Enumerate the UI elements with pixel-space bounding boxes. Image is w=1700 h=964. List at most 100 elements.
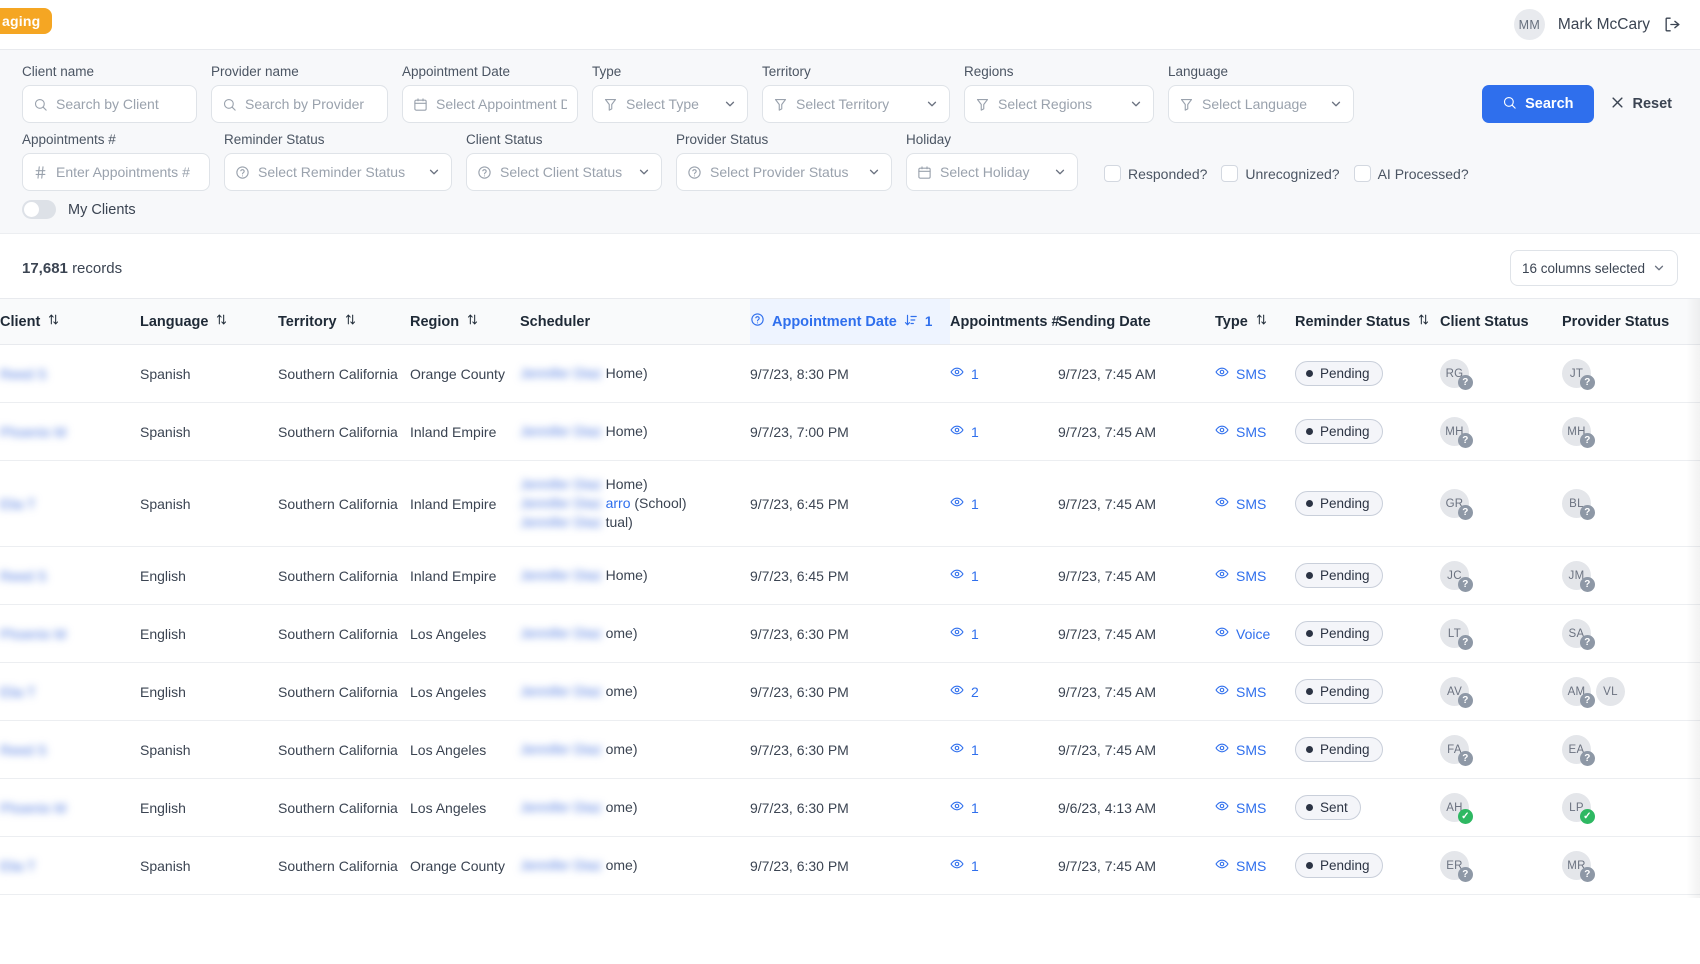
avatar[interactable]: VL [1596,677,1625,707]
checkbox-box[interactable] [1353,165,1371,183]
avatar[interactable]: ER? [1440,851,1473,883]
cell-type[interactable]: SMS [1215,344,1295,404]
cell-scheduler[interactable]: Jennifer Diaz ome) [520,778,750,838]
table-row[interactable]: Elia T English Southern California Los Ange… [0,662,1700,722]
cell-type[interactable]: Voice [1215,604,1295,664]
cell-client-status[interactable]: BB? [1440,894,1562,899]
filter-select[interactable]: Select Type [592,85,748,124]
avatar[interactable]: GR? [1440,489,1473,521]
checkbox-responded[interactable]: Responded? [1104,165,1207,183]
sort-icon[interactable] [344,313,357,330]
sort-icon[interactable] [215,313,228,330]
table-row[interactable]: Phoenix M English Southern California Los A… [0,604,1700,664]
sort-icon[interactable] [466,313,479,330]
cell-client-status[interactable]: RG? [1440,344,1562,404]
column-header-language[interactable]: Language [140,299,278,346]
avatar[interactable]: JT? [1562,359,1595,391]
cell-provider-status[interactable]: JM? [1562,546,1700,606]
cell-client-status[interactable]: FA? [1440,720,1562,780]
cell-client-status[interactable]: ER? [1440,836,1562,896]
avatar[interactable]: BL? [1562,489,1595,521]
sort-icon[interactable] [47,313,60,330]
filter-select[interactable]: Select Territory [762,85,950,124]
cell-client-status[interactable]: AH ✓ [1440,778,1562,838]
avatar[interactable]: MH? [1440,417,1473,449]
filter-select[interactable]: Select Language [1168,85,1354,124]
cell-client[interactable]: Phoenix M [0,604,140,664]
column-header-territory[interactable]: Territory [278,299,410,346]
cell-type[interactable]: SMS [1215,460,1295,548]
checkbox-box[interactable] [1104,165,1121,183]
column-header-region[interactable]: Region [410,299,520,346]
avatar[interactable]: AV? [1440,677,1473,709]
filter-select[interactable]: Select Holiday [906,153,1078,192]
cell-provider-status[interactable]: EA? [1562,720,1700,780]
search-button[interactable]: Search [1482,85,1594,124]
cell-provider-status[interactable]: LP ✓ [1562,778,1700,838]
avatar[interactable]: AH ✓ [1440,793,1473,825]
avatar[interactable]: AM? [1562,677,1595,709]
column-header-type[interactable]: Type [1215,299,1295,346]
logout-icon[interactable] [1663,15,1682,34]
cell-provider-status[interactable]: MH? [1562,402,1700,462]
filter-input[interactable]: Search by Provider [211,85,388,124]
cell-type[interactable]: SMS [1215,720,1295,780]
column-header-appointment-date[interactable]: Appointment Date 1 [750,299,950,346]
avatar[interactable]: JC? [1440,561,1473,593]
cell-appointments-count[interactable]: 1 [950,894,1058,899]
table-row[interactable]: Elia T Spanish Southern California Orange C… [0,836,1700,896]
cell-client[interactable]: Phoenix M [0,778,140,838]
cell-client-status[interactable]: AV? [1440,662,1562,722]
cell-type[interactable]: SMS [1215,662,1295,722]
cell-scheduler[interactable]: Jennifer Diaz ome) [520,604,750,664]
table-row[interactable]: Reed S Spanish Southern California Los Ange… [0,720,1700,780]
appointments-table-container[interactable]: Client Language Territory Region Scheduler Ap… [0,298,1700,899]
cell-client[interactable]: Elia T [0,662,140,722]
cell-client[interactable]: Reed S [0,894,140,899]
cell-appointments-count[interactable]: 2 [950,662,1058,722]
cell-appointments-count[interactable]: 1 [950,402,1058,462]
cell-scheduler[interactable]: Jennifer Diaz ome) [520,720,750,780]
filter-input[interactable]: Search by Client [22,85,197,124]
table-row[interactable]: Elia T Spanish Southern California Inland E… [0,460,1700,548]
table-row[interactable]: Phoenix M Spanish Southern California Inlan… [0,402,1700,462]
cell-appointments-count[interactable]: 1 [950,546,1058,606]
avatar[interactable]: MR? [1562,851,1595,883]
cell-client-status[interactable]: MH? [1440,402,1562,462]
reset-button[interactable]: Reset [1604,95,1679,114]
cell-appointments-count[interactable]: 1 [950,836,1058,896]
cell-scheduler[interactable]: Jennifer Diaz Home) [520,344,750,404]
sort-icon[interactable] [1417,313,1430,330]
cell-scheduler[interactable]: Jennifer Diaz ome) [520,836,750,896]
avatar[interactable]: RG? [1440,359,1473,391]
cell-client-status[interactable]: GR? [1440,460,1562,548]
avatar[interactable]: MH? [1562,417,1595,449]
cell-appointments-count[interactable]: 1 [950,778,1058,838]
checkbox-unrecognized[interactable]: Unrecognized? [1221,165,1340,183]
cell-appointments-count[interactable]: 1 [950,460,1058,548]
cell-provider-status[interactable]: AM? VL [1562,662,1700,722]
cell-client[interactable]: Reed S [0,720,140,780]
table-row[interactable]: Phoenix M English Southern California Los A… [0,778,1700,838]
sort-desc-icon[interactable] [904,313,918,331]
column-header-reminder-status[interactable]: Reminder Status [1295,299,1440,346]
cell-client[interactable]: Reed S [0,546,140,606]
cell-client[interactable]: Elia T [0,836,140,896]
cell-client[interactable]: Phoenix M [0,402,140,462]
avatar[interactable]: SA? [1562,619,1595,651]
cell-scheduler[interactable]: Jennifer Diaz ome) [520,662,750,722]
cell-appointments-count[interactable]: 1 [950,720,1058,780]
filter-input[interactable]: Enter Appointments # [22,153,210,192]
filter-select[interactable]: Select Reminder Status [224,153,452,192]
cell-provider-status[interactable]: BL? [1562,460,1700,548]
cell-type[interactable]: SMS [1215,546,1295,606]
cell-type[interactable]: SMS [1215,778,1295,838]
filter-select[interactable]: Select Regions [964,85,1154,124]
filter-select[interactable]: Select Client Status [466,153,662,192]
avatar[interactable]: JM? [1562,561,1595,593]
table-row[interactable]: Reed S English Southern California Inland E… [0,546,1700,606]
checkbox-box[interactable] [1221,165,1239,183]
cell-provider-status[interactable]: VL? [1562,894,1700,899]
my-clients-toggle[interactable] [22,200,56,220]
cell-client[interactable]: Elia T [0,460,140,548]
